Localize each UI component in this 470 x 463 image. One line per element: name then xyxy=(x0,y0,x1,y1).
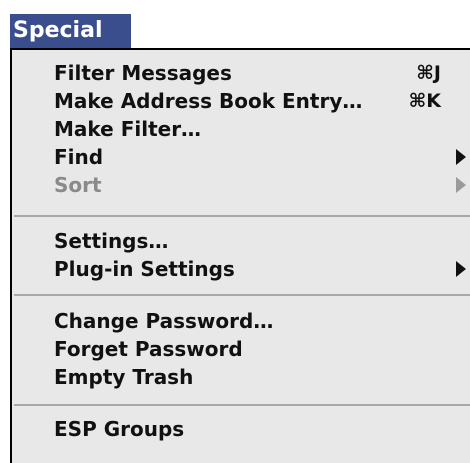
menu-item-label: Settings… xyxy=(54,229,169,253)
menu-item-label: Empty Trash xyxy=(54,365,194,389)
menu-item-label: Make Address Book Entry… xyxy=(54,89,363,113)
menu-separator xyxy=(14,294,470,296)
keyboard-shortcut: ⌘K xyxy=(408,90,441,112)
menu-item-make-filter[interactable]: Make Filter… xyxy=(54,115,470,143)
menu-separator xyxy=(14,404,470,406)
triangle-right-icon xyxy=(456,261,466,277)
menu-title-special[interactable]: Special xyxy=(10,14,131,48)
menu-item-esp-groups[interactable]: ESP Groups xyxy=(54,415,470,443)
menu-item-label: Plug-in Settings xyxy=(54,257,235,281)
menu-item-label: Filter Messages xyxy=(54,61,232,85)
special-menu: Filter Messages ⌘J Make Address Book Ent… xyxy=(10,48,470,463)
menu-item-label: Forget Password xyxy=(54,337,243,361)
menu-item-find[interactable]: Find xyxy=(54,143,470,171)
menu-item-change-password[interactable]: Change Password… xyxy=(54,307,470,335)
menu-item-forget-password[interactable]: Forget Password xyxy=(54,335,470,363)
menu-item-filter-messages[interactable]: Filter Messages ⌘J xyxy=(54,59,470,87)
menu-item-plug-in-settings[interactable]: Plug-in Settings xyxy=(54,255,470,283)
menu-item-label: ESP Groups xyxy=(54,417,185,441)
menu-item-label: Change Password… xyxy=(54,309,274,333)
menu-item-make-address-book-entry[interactable]: Make Address Book Entry… ⌘K xyxy=(54,87,470,115)
menu-item-label: Find xyxy=(54,145,104,169)
keyboard-shortcut: ⌘J xyxy=(416,62,441,84)
menu-item-empty-trash[interactable]: Empty Trash xyxy=(54,363,470,391)
menu-separator xyxy=(14,215,470,217)
menu-item-label: Sort xyxy=(54,173,102,197)
triangle-right-icon xyxy=(456,177,466,193)
menu-item-sort: Sort xyxy=(54,171,470,199)
triangle-right-icon xyxy=(456,149,466,165)
menu-item-label: Make Filter… xyxy=(54,117,202,141)
menu-item-settings[interactable]: Settings… xyxy=(54,227,470,255)
